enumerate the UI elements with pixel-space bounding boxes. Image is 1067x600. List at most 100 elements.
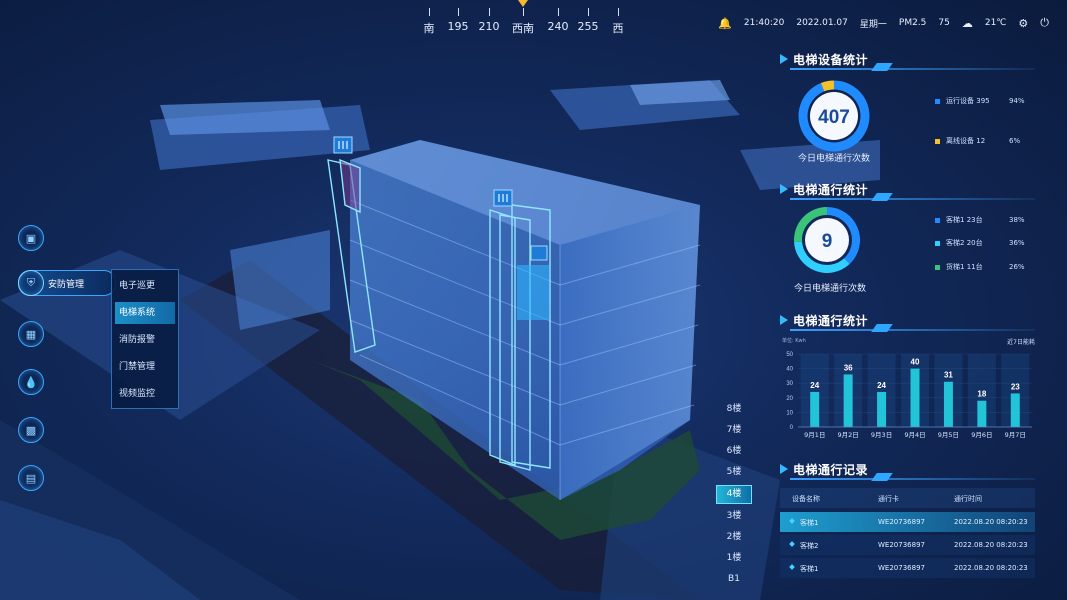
compass-label: 195 bbox=[447, 20, 469, 33]
building-icon[interactable]: ▦ bbox=[18, 321, 44, 347]
x-tick-label: 9月3日 bbox=[871, 431, 892, 439]
date-text: 2022.01.07 bbox=[796, 18, 848, 28]
legend-percent: 38% bbox=[1009, 216, 1025, 224]
bar-value-label: 23 bbox=[1011, 382, 1020, 391]
floor-button[interactable]: 3楼 bbox=[716, 508, 752, 525]
x-tick-label: 9月1日 bbox=[804, 431, 825, 439]
panel-title: 电梯设备统计 bbox=[780, 50, 1035, 71]
panel-title: 电梯通行统计 bbox=[780, 311, 1035, 332]
traffic-record-panel: 电梯通行记录 bbox=[780, 460, 1035, 482]
cell-device: 客梯1 bbox=[800, 519, 819, 527]
monitor-icon[interactable]: ▣ bbox=[18, 225, 44, 251]
bar-value-label: 31 bbox=[944, 371, 953, 380]
cell-time: 2022.08.20 08:20:23 bbox=[954, 518, 1028, 526]
bar-value-label: 24 bbox=[810, 381, 819, 390]
range-label[interactable]: 近7日能耗 bbox=[1007, 337, 1035, 346]
submenu-item-patrol[interactable]: 电子巡更 bbox=[115, 275, 175, 297]
image-icon[interactable]: ▤ bbox=[18, 465, 44, 491]
legend-name: 运行设备 bbox=[946, 97, 974, 105]
floor-button[interactable]: 2楼 bbox=[716, 529, 752, 546]
row-bullet-icon bbox=[789, 541, 795, 547]
x-tick-label: 9月5日 bbox=[938, 431, 959, 439]
submenu-item-video[interactable]: 视频监控 bbox=[115, 383, 175, 405]
top-status-bar: 🔔 21:40:20 2022.01.07 星期一 PM2.5 75 ☁ 21℃… bbox=[718, 16, 1049, 30]
header-card: 通行卡 bbox=[878, 495, 899, 503]
legend-swatch bbox=[935, 264, 940, 270]
floor-button[interactable]: 5楼 bbox=[716, 464, 752, 481]
legend-name: 客梯2 bbox=[946, 239, 965, 247]
title-underline bbox=[790, 329, 1035, 331]
panel-title: 电梯通行记录 bbox=[780, 460, 1035, 481]
floor-button[interactable]: 6楼 bbox=[716, 443, 752, 460]
y-tick-label: 40 bbox=[786, 367, 793, 373]
title-arrow-icon bbox=[780, 464, 788, 474]
compass-tick bbox=[429, 8, 430, 16]
temperature-text: 21℃ bbox=[984, 18, 1007, 28]
donut-caption: 今日电梯通行次数 bbox=[794, 284, 867, 294]
floor-button[interactable]: B1 bbox=[716, 571, 752, 588]
energy-bar-panel: 电梯通行统计 单位: Kwh 近7日能耗 50 40 30 20 10 0 24 9月1日 36… bbox=[780, 311, 1035, 446]
device-donut-chart: 407 bbox=[798, 80, 870, 152]
floor-selector: 8楼 7楼 6楼 5楼 4楼 3楼 2楼 1楼 B1 bbox=[716, 401, 752, 592]
cell-card: WE20736897 bbox=[878, 541, 925, 549]
floor-button[interactable]: 7楼 bbox=[716, 422, 752, 439]
donut-caption: 今日电梯通行次数 bbox=[798, 154, 871, 164]
legend-passenger-1: 客梯1 23台 38% bbox=[935, 215, 1025, 225]
submenu-item-fire-alarm[interactable]: 消防报警 bbox=[115, 329, 175, 351]
bell-icon[interactable]: 🔔 bbox=[718, 17, 732, 30]
pm-label: PM2.5 bbox=[898, 18, 927, 28]
table-row[interactable]: 客梯1 WE20736897 2022.08.20 08:20:23 bbox=[780, 558, 1035, 578]
title-arrow-icon bbox=[780, 315, 788, 325]
compass-label: 南 bbox=[423, 22, 435, 35]
bar bbox=[877, 391, 887, 427]
legend-count: 20台 bbox=[966, 239, 983, 247]
legend-swatch bbox=[935, 98, 940, 104]
y-tick-label: 20 bbox=[786, 396, 793, 402]
power-icon[interactable]: ⏻ bbox=[1040, 16, 1049, 30]
left-nav: ▣ ▦ 💧 ▩ ▤ bbox=[18, 225, 44, 513]
bar bbox=[910, 368, 920, 427]
bar-value-label: 18 bbox=[977, 390, 986, 399]
donut-center-value: 407 bbox=[818, 107, 850, 128]
legend-swatch bbox=[935, 138, 940, 144]
floor-button[interactable]: 1楼 bbox=[716, 550, 752, 567]
panel-title-text: 电梯通行统计 bbox=[793, 314, 869, 328]
bar bbox=[1010, 393, 1020, 427]
title-underline bbox=[790, 198, 1035, 200]
legend-count: 23台 bbox=[966, 216, 983, 224]
water-drop-icon[interactable]: 💧 bbox=[18, 369, 44, 395]
legend-name: 货梯1 bbox=[946, 263, 965, 271]
legend-count: 12 bbox=[976, 137, 986, 145]
layout-icon[interactable]: ▩ bbox=[18, 417, 44, 443]
cell-device: 客梯1 bbox=[800, 565, 819, 573]
legend-name: 离线设备 bbox=[946, 137, 974, 145]
legend-percent: 94% bbox=[1009, 97, 1025, 105]
bar bbox=[977, 400, 987, 427]
compass-label: 西南 bbox=[512, 22, 534, 35]
table-row[interactable]: 客梯1 WE20736897 2022.08.20 08:20:23 bbox=[780, 512, 1035, 532]
cell-device: 客梯2 bbox=[800, 542, 819, 550]
submenu-item-access-control[interactable]: 门禁管理 bbox=[115, 356, 175, 378]
bar bbox=[810, 391, 820, 427]
legend-percent: 26% bbox=[1009, 263, 1025, 271]
header-time: 通行时间 bbox=[954, 495, 982, 503]
bar-value-label: 36 bbox=[844, 363, 853, 372]
submenu-item-elevator[interactable]: 电梯系统 bbox=[115, 302, 175, 324]
traffic-donut-chart: 9 bbox=[794, 207, 860, 273]
title-arrow-icon bbox=[780, 54, 788, 64]
gear-icon[interactable]: ⚙ bbox=[1018, 17, 1028, 30]
elevator-device-panel: 电梯设备统计 407 今日电梯通行次数 运行设备 395 94% 离线设备 12… bbox=[780, 50, 1035, 170]
floor-button-active[interactable]: 4楼 bbox=[716, 485, 752, 504]
floor-button[interactable]: 8楼 bbox=[716, 401, 752, 418]
donut-slice-offline bbox=[820, 80, 835, 92]
row-bullet-icon bbox=[789, 564, 795, 570]
compass-label: 240 bbox=[547, 20, 569, 33]
nav-security-active[interactable]: ⛨ 安防管理 bbox=[18, 270, 116, 296]
compass-tick bbox=[588, 8, 589, 16]
legend-count: 395 bbox=[976, 97, 990, 105]
table-row[interactable]: 客梯2 WE20736897 2022.08.20 08:20:23 bbox=[780, 535, 1035, 555]
compass-label: 255 bbox=[577, 20, 599, 33]
panel-title-text: 电梯通行记录 bbox=[793, 463, 869, 477]
cell-time: 2022.08.20 08:20:23 bbox=[954, 541, 1028, 549]
bar-value-label: 24 bbox=[877, 381, 886, 390]
